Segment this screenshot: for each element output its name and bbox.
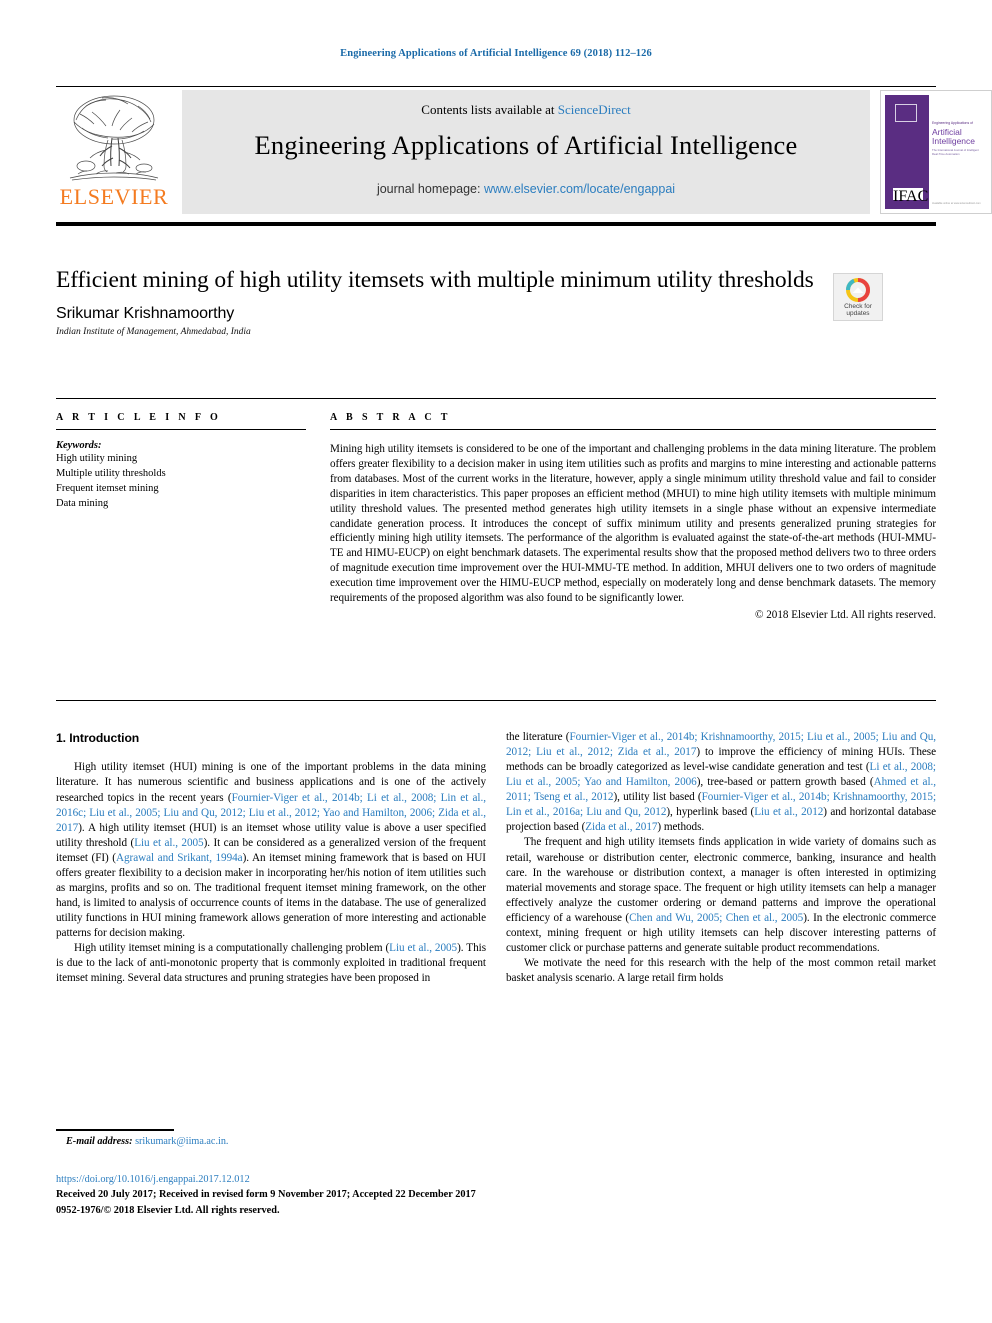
sciencedirect-link[interactable]: ScienceDirect [558, 102, 631, 117]
inline-citation[interactable]: Chen and Wu, 2005; Chen et al., 2005 [629, 912, 803, 924]
inline-citation[interactable]: Liu et al., 2012 [754, 806, 823, 818]
abstract-heading: A B S T R A C T [330, 412, 451, 423]
keywords-heading: Keywords: [56, 440, 102, 451]
doi-link[interactable]: https://doi.org/10.1016/j.engappai.2017.… [56, 1172, 656, 1187]
crossmark-icon [846, 278, 870, 302]
inline-citation[interactable]: Fournier-Viger et al., 2014b; Li et al.,… [56, 792, 486, 834]
masthead-top-rule [56, 86, 936, 87]
journal-cover-thumbnail[interactable]: IFAC Engineering Applications of Artific… [880, 90, 992, 214]
abstract-copyright: © 2018 Elsevier Ltd. All rights reserved… [755, 608, 936, 621]
article-title: Efficient mining of high utility itemset… [56, 267, 814, 293]
inline-citation[interactable]: Fournier-Viger et al., 2014b; Krishnamoo… [506, 731, 936, 758]
journal-homepage-line: journal homepage: www.elsevier.com/locat… [182, 182, 870, 196]
body-paragraph: The frequent and high utility itemsets f… [506, 836, 937, 954]
page-footer: https://doi.org/10.1016/j.engappai.2017.… [56, 1172, 656, 1218]
keyword-item: High utility mining [56, 453, 138, 464]
inline-citation[interactable]: Zida et al., 2017 [585, 821, 657, 833]
running-head: Engineering Applications of Artificial I… [340, 48, 652, 59]
cover-line1: Engineering Applications of [932, 121, 973, 125]
cover-line2: Artificial Intelligence [932, 127, 988, 147]
abstract-column: A B S T R A C T Mining high utility item… [330, 412, 936, 621]
keyword-item: Data mining [56, 497, 109, 509]
keyword-item: Multiple utility thresholds [56, 467, 166, 479]
inline-citation[interactable]: Agrawal and Srikant, 1994a [116, 852, 243, 864]
email-label: E-mail address: [66, 1136, 133, 1147]
journal-banner: Contents lists available at ScienceDirec… [182, 90, 870, 214]
author-affiliation: Indian Institute of Management, Ahmedaba… [56, 326, 251, 337]
cover-publisher-logo-icon [895, 104, 917, 122]
cover-line4: The International Journal of Intelligent… [932, 148, 979, 156]
homepage-prefix: journal homepage: [376, 182, 484, 196]
body-column-left: 1. Introduction High utility itemset (HU… [56, 730, 486, 986]
paper-page: Engineering Applications of Artificial I… [0, 0, 992, 1323]
inline-citation[interactable]: Liu et al., 2005 [134, 837, 203, 849]
body-paragraph: the literature (Fournier-Viger et al., 2… [506, 731, 937, 834]
cover-spine: IFAC [885, 95, 929, 209]
title-block: Efficient mining of high utility itemset… [56, 266, 816, 337]
body-column-right: the literature (Fournier-Viger et al., 2… [506, 730, 936, 986]
inline-citation[interactable]: Li et al., 2008; Liu et al., 2005; Yao a… [506, 761, 936, 788]
email-address-link[interactable]: srikumark@iima.ac.in. [135, 1136, 228, 1147]
masthead-bottom-rule [56, 222, 936, 226]
crossmark-label-line2: updates [846, 310, 870, 318]
body-top-rule [56, 700, 936, 701]
body-paragraph: High utility itemset (HUI) mining is one… [56, 761, 486, 940]
cover-line2-b: Intelligence [932, 136, 976, 147]
abstract-text: Mining high utility itemsets is consider… [330, 443, 936, 605]
journal-masthead: ELSEVIER Contents lists available at Sci… [56, 88, 992, 218]
article-info-heading: A R T I C L E I N F O [56, 412, 222, 423]
elsevier-logo: ELSEVIER [56, 90, 172, 216]
inline-citation[interactable]: Liu et al., 2005 [389, 942, 457, 954]
elsevier-tree-icon [69, 95, 159, 181]
info-top-rule [56, 398, 936, 399]
journal-title: Engineering Applications of Artificial I… [254, 130, 798, 160]
keyword-item: Frequent itemset mining [56, 482, 159, 494]
body-paragraph: We motivate the need for this research w… [506, 956, 936, 984]
cover-footer: Available online at www.sciencedirect.co… [932, 202, 981, 205]
email-footnote: E-mail address: srikumark@iima.ac.in. [66, 1136, 228, 1147]
issn-copyright-line: 0952-1976/© 2018 Elsevier Ltd. All right… [56, 1204, 280, 1216]
abstract-divider [330, 429, 936, 430]
received-dates: Received 20 July 2017; Received in revis… [56, 1189, 476, 1201]
body-paragraph: High utility itemset mining is a computa… [56, 942, 486, 985]
footnote-rule [56, 1129, 174, 1131]
cover-ifac-badge: IFAC [893, 188, 929, 205]
article-info-column: A R T I C L E I N F O Keywords: High uti… [56, 412, 306, 512]
article-info-divider [56, 429, 306, 430]
crossmark-check-for-updates-badge[interactable]: Check for updates [833, 273, 883, 321]
contents-prefix: Contents lists available at [421, 102, 558, 117]
section-heading-introduction: 1. Introduction [56, 731, 140, 745]
journal-homepage-link[interactable]: www.elsevier.com/locate/engappai [484, 182, 675, 196]
author-name: Srikumar Krishnamoorthy [56, 304, 235, 322]
crossmark-label: Check for updates [834, 303, 882, 318]
elsevier-wordmark: ELSEVIER [59, 184, 169, 209]
contents-available-line: Contents lists available at ScienceDirec… [182, 102, 870, 118]
crossmark-label-line1: Check for [844, 303, 872, 310]
